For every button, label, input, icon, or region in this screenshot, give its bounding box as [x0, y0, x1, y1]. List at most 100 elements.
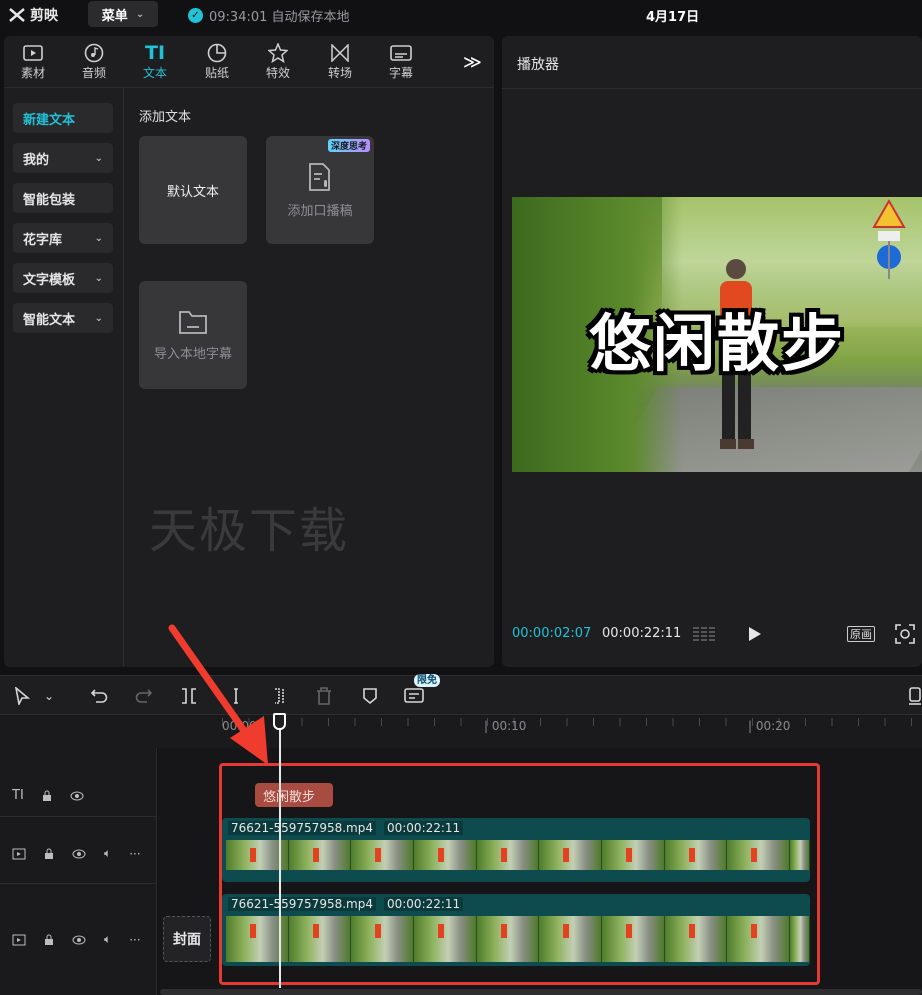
- tab-transition[interactable]: 转场: [320, 42, 360, 81]
- category-tabs: 素材 音频 TI 文本 贴纸 特效 转场 字幕 ≫: [4, 36, 494, 88]
- tab-sticker[interactable]: 贴纸: [197, 42, 237, 81]
- auto-caption-icon[interactable]: [404, 686, 426, 706]
- player-title: 播放器: [517, 57, 559, 73]
- undo-icon[interactable]: [90, 686, 108, 706]
- timeline-toolbar: ⌄ 限免: [0, 674, 922, 715]
- ruler-mark-label: 00:20: [755, 719, 791, 733]
- tab-media[interactable]: 素材: [13, 42, 53, 81]
- menu-button[interactable]: 菜单 ⌄: [88, 1, 158, 27]
- more-icon[interactable]: ···: [129, 933, 140, 947]
- lock-icon[interactable]: [44, 848, 54, 860]
- horizontal-scrollbar[interactable]: [160, 989, 922, 995]
- import-subtitle-card[interactable]: 导入本地字幕: [139, 281, 247, 389]
- nav-mine[interactable]: 我的 ⌄: [13, 143, 113, 173]
- add-script-card[interactable]: 深度思考 添加口播稿: [266, 136, 374, 244]
- volume-icon[interactable]: 🔈︎: [104, 932, 111, 947]
- chevron-down-icon: ⌄: [94, 152, 103, 164]
- chevron-down-icon: ⌄: [135, 8, 145, 20]
- default-text-card[interactable]: 默认文本: [139, 136, 247, 244]
- player-panel: 播放器 悠闲散步 00:00:02:07 00:00:22:11 原画: [502, 36, 922, 667]
- tab-label: 贴纸: [204, 66, 229, 80]
- limited-free-badge: 限免: [414, 674, 440, 687]
- nav-smart-package[interactable]: 智能包装: [13, 183, 113, 213]
- eye-icon[interactable]: [70, 791, 84, 801]
- audio-icon: [74, 42, 114, 64]
- jianying-window: 剪映 菜单 ⌄ ✓ 09:34:01 自动保存本地 4月17日 素材 音频 TI…: [0, 0, 922, 995]
- tab-text[interactable]: TI 文本: [135, 42, 175, 81]
- video-track-header: 🔈︎ ···: [0, 846, 157, 861]
- timeline-ruler[interactable]: 00:00 | 00:10 | 00:20: [0, 715, 922, 748]
- app-name: 剪映: [30, 8, 58, 24]
- divider: [502, 88, 922, 89]
- grid-icon[interactable]: [692, 626, 718, 646]
- track-headers: TI 🔈︎ ··· 🔈︎ ···: [0, 748, 157, 995]
- ruler-mark: | 00:20: [748, 719, 791, 733]
- logo-icon: [9, 8, 25, 22]
- app-logo: 剪映: [8, 5, 58, 25]
- check-icon: ✓: [188, 8, 203, 23]
- menu-label: 菜单: [101, 8, 128, 24]
- fullscreen-icon[interactable]: [895, 624, 915, 648]
- nav-label: 花字库: [23, 232, 63, 248]
- nav-new-text[interactable]: 新建文本: [13, 103, 113, 133]
- current-time: 00:00:02:07: [512, 626, 592, 641]
- delete-icon[interactable]: [316, 686, 332, 706]
- sticker-icon: [197, 42, 237, 64]
- eye-icon[interactable]: [72, 849, 86, 859]
- nav-smart-text[interactable]: 智能文本 ⌄: [13, 303, 113, 333]
- text-category-nav: 新建文本 我的 ⌄ 智能包装 花字库 ⌄ 文字模板 ⌄ 智能文本 ⌄: [4, 88, 124, 667]
- chevron-down-icon: ⌄: [94, 272, 103, 284]
- lock-icon[interactable]: [42, 790, 52, 802]
- transition-icon: [320, 42, 360, 64]
- nav-text-template[interactable]: 文字模板 ⌄: [13, 263, 113, 293]
- more-tabs-icon[interactable]: ≫: [463, 52, 482, 73]
- nav-label: 我的: [23, 152, 50, 168]
- tab-label: 转场: [327, 66, 352, 80]
- eye-icon[interactable]: [72, 935, 86, 945]
- video-overlay-text[interactable]: 悠闲散步: [512, 293, 922, 383]
- text-icon: TI: [144, 42, 166, 64]
- more-icon[interactable]: ···: [129, 847, 140, 861]
- card-label: 默认文本: [166, 184, 219, 200]
- tab-subtitle[interactable]: 字幕: [381, 42, 421, 81]
- card-label: 添加口播稿: [287, 203, 353, 219]
- nav-fancy-text[interactable]: 花字库 ⌄: [13, 223, 113, 253]
- autosave-status: ✓ 09:34:01 自动保存本地: [188, 6, 350, 25]
- total-time: 00:00:22:11: [602, 626, 682, 641]
- highlight-box: [219, 763, 820, 985]
- nav-label: 智能包装: [23, 192, 76, 208]
- autosave-text: 09:34:01 自动保存本地: [209, 10, 350, 25]
- project-title[interactable]: 4月17日: [646, 6, 699, 25]
- ruler-mark-label: 00:10: [491, 719, 527, 733]
- section-title: 添加文本: [139, 110, 192, 125]
- marker-icon[interactable]: [362, 686, 378, 706]
- main-track-header: 🔈︎ ···: [0, 932, 157, 947]
- deep-think-badge: 深度思考: [327, 139, 370, 152]
- folder-icon: [179, 310, 207, 334]
- divider: [0, 816, 157, 817]
- nav-label: 文字模板: [23, 272, 76, 288]
- original-quality-button[interactable]: 原画: [847, 626, 875, 642]
- cover-button[interactable]: 封面: [163, 916, 211, 962]
- video-track-icon: [12, 848, 26, 859]
- chevron-down-icon: ⌄: [94, 312, 103, 324]
- chevron-down-icon[interactable]: ⌄: [44, 686, 54, 706]
- tab-label: 素材: [20, 66, 45, 80]
- redo-icon[interactable]: [135, 686, 153, 706]
- media-panel: 素材 音频 TI 文本 贴纸 特效 转场 字幕 ≫ 新建文本 我的 ⌄ 智能包装…: [4, 36, 494, 667]
- play-icon[interactable]: [748, 626, 762, 646]
- annotation-arrow: [168, 624, 268, 765]
- tab-effects[interactable]: 特效: [258, 42, 298, 81]
- text-track-header: TI: [0, 788, 157, 803]
- record-icon[interactable]: [908, 686, 922, 706]
- video-preview[interactable]: 悠闲散步: [512, 197, 922, 472]
- select-tool-icon[interactable]: [14, 686, 30, 706]
- text-track-icon: TI: [12, 788, 24, 803]
- lock-icon[interactable]: [44, 934, 54, 946]
- tab-label: 字幕: [388, 66, 413, 80]
- ruler-ticks: [222, 718, 922, 726]
- volume-icon[interactable]: 🔈︎: [104, 846, 111, 861]
- tab-audio[interactable]: 音频: [74, 42, 114, 81]
- top-bar: 剪映 菜单 ⌄ ✓ 09:34:01 自动保存本地 4月17日: [0, 0, 922, 30]
- tab-label: 文本: [142, 66, 167, 80]
